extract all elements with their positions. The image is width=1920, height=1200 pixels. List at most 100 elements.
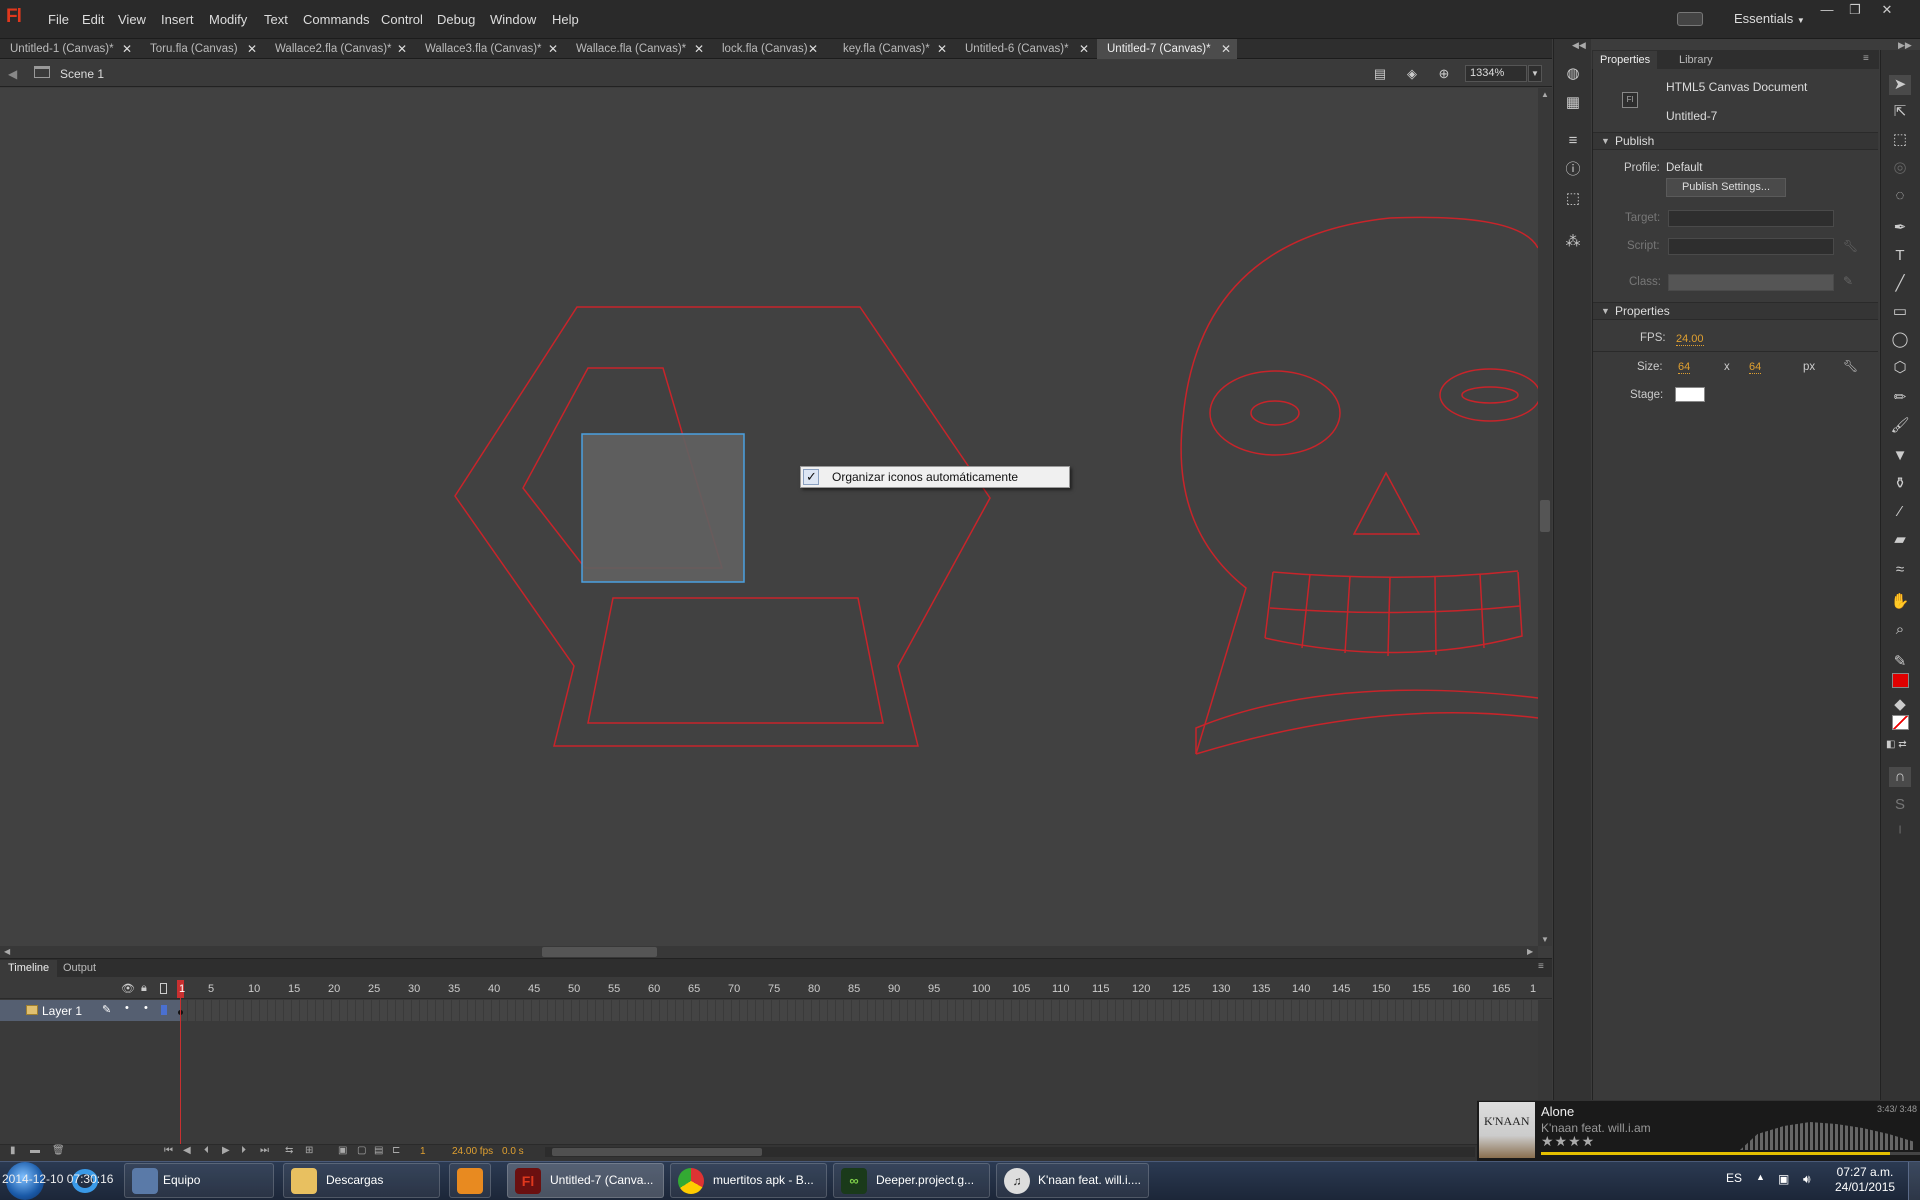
close-icon[interactable]: ✕ <box>397 39 407 59</box>
close-icon[interactable]: ✕ <box>122 39 132 59</box>
smooth-icon[interactable]: S <box>1889 795 1911 815</box>
menu-modify[interactable]: Modify <box>209 12 247 27</box>
auto-arrange-icons-menu-item[interactable]: Organizar iconos automáticamente <box>832 470 1018 484</box>
zoom-input[interactable]: 1334% <box>1465 65 1527 82</box>
scroll-right-icon[interactable]: ▶ <box>1527 947 1533 956</box>
close-icon[interactable]: ✕ <box>694 39 704 59</box>
menu-view[interactable]: View <box>118 12 146 27</box>
menu-debug[interactable]: Debug <box>437 12 475 27</box>
width-value[interactable]: 64 <box>1678 361 1691 374</box>
outline-icon[interactable] <box>160 983 167 994</box>
text-tool-icon[interactable]: T <box>1889 246 1911 266</box>
layer-name[interactable]: Layer 1 <box>42 1004 82 1018</box>
motion-editor-icon[interactable]: ◍ <box>1562 64 1584 84</box>
workspace-switcher[interactable]: Essentials ▼ <box>1734 11 1805 26</box>
menu-edit[interactable]: Edit <box>82 12 104 27</box>
onion-outline-icon[interactable]: ▢ <box>357 1145 366 1156</box>
polystar-tool-icon[interactable]: ⬡ <box>1889 358 1911 378</box>
tab-properties[interactable]: Properties <box>1593 51 1658 69</box>
brush-tool-icon[interactable]: 🖌︎ <box>1889 416 1911 436</box>
fps-readout[interactable]: 24.00 fps <box>452 1146 493 1157</box>
close-icon[interactable]: ✕ <box>548 39 558 59</box>
tab-library[interactable]: Library <box>1672 51 1720 69</box>
modify-markers-icon[interactable]: ⊏ <box>392 1145 400 1156</box>
visibility-dot-icon[interactable]: • <box>125 1002 129 1014</box>
volume-icon[interactable]: 🔊︎ <box>1803 1172 1811 1187</box>
lock-icon[interactable]: 🔒︎ <box>141 982 147 995</box>
free-transform-tool-icon[interactable]: ⬚ <box>1889 130 1911 150</box>
components-icon[interactable]: ⁂ <box>1562 232 1584 252</box>
center-stage-icon[interactable]: ⊕ <box>1436 66 1452 81</box>
close-icon[interactable]: ✕ <box>247 39 257 59</box>
straighten-icon[interactable]: ˡ <box>1889 823 1911 843</box>
menu-help[interactable]: Help <box>552 12 579 27</box>
horizontal-scroll-thumb[interactable] <box>542 947 657 957</box>
menu-insert[interactable]: Insert <box>161 12 194 27</box>
rating-stars[interactable]: ★★★★ <box>1541 1133 1595 1150</box>
panel-menu-icon[interactable]: ≡ <box>1863 53 1869 64</box>
scroll-down-icon[interactable]: ▼ <box>1541 935 1549 944</box>
doc-tab[interactable]: Wallace3.fla (Canvas)* ✕ <box>415 39 564 59</box>
new-layer-icon[interactable]: ▮ <box>10 1145 16 1156</box>
doc-tab[interactable]: Wallace2.fla (Canvas)* ✕ <box>265 39 413 59</box>
tray-expand-icon[interactable]: ▲ <box>1756 1172 1765 1182</box>
3d-rotation-tool-icon[interactable]: ◎ <box>1889 158 1911 178</box>
close-icon[interactable]: ✕ <box>1079 39 1089 59</box>
chevron-down-icon[interactable]: ▼ <box>1528 65 1542 82</box>
layer-frames[interactable] <box>180 1000 1538 1021</box>
loop-icon[interactable]: ⇆ <box>285 1145 293 1156</box>
toolbox-collapse-icon[interactable]: ▶▶ <box>1898 40 1912 51</box>
scene-label[interactable]: Scene 1 <box>60 67 104 81</box>
wrench-icon[interactable]: 🔧︎ <box>1843 359 1858 373</box>
publish-settings-button[interactable]: Publish Settings... <box>1666 178 1786 197</box>
align-icon[interactable]: ≡ <box>1562 131 1584 151</box>
last-frame-icon[interactable]: ⏭ <box>260 1145 269 1156</box>
scroll-up-icon[interactable]: ▲ <box>1541 90 1549 99</box>
ink-bottle-icon[interactable]: ⚱ <box>1889 474 1911 494</box>
info-icon[interactable]: ⓘ <box>1562 160 1584 180</box>
zoom-tool-icon[interactable]: ⌕ <box>1889 620 1911 640</box>
timeline-scroll-thumb[interactable] <box>552 1148 762 1156</box>
play-icon[interactable]: ▶ <box>222 1145 230 1156</box>
doc-tab[interactable]: Toru.fla (Canvas) ✕ <box>140 39 263 59</box>
lock-dot-icon[interactable]: • <box>144 1002 148 1014</box>
edit-scene-icon[interactable]: ▤ <box>1372 66 1388 81</box>
transform-icon[interactable]: ⬚ <box>1562 189 1584 209</box>
doc-tab-active[interactable]: Untitled-7 (Canvas)* ✕ <box>1097 39 1237 59</box>
back-arrow-icon[interactable]: ◀ <box>8 67 17 81</box>
rectangle-tool-icon[interactable]: ▭ <box>1889 302 1911 322</box>
stage-canvas[interactable] <box>0 88 1538 946</box>
doc-tab[interactable]: Untitled-1 (Canvas)* ✕ <box>0 39 138 59</box>
network-icon[interactable]: ▣ <box>1778 1172 1789 1186</box>
tab-output[interactable]: Output <box>55 960 104 977</box>
selection-tool-icon[interactable]: ➤ <box>1889 75 1911 95</box>
tab-timeline[interactable]: Timeline <box>0 960 58 977</box>
line-tool-icon[interactable]: ╱ <box>1889 274 1911 294</box>
elapsed-time[interactable]: 0.0 s <box>502 1146 524 1157</box>
edit-multiple-icon[interactable]: ▤ <box>374 1145 383 1156</box>
delete-layer-icon[interactable]: 🗑︎ <box>52 1145 65 1156</box>
sync-settings-icon[interactable] <box>1677 12 1703 26</box>
publish-section-header[interactable]: ▼ Publish <box>1593 132 1878 150</box>
height-value[interactable]: 64 <box>1749 361 1762 374</box>
snap-to-objects-icon[interactable]: ∩ <box>1889 767 1911 787</box>
eye-icon[interactable]: 👁︎ <box>121 982 135 995</box>
fill-color-icon[interactable]: ◆ <box>1889 695 1911 715</box>
language-indicator[interactable]: ES <box>1726 1171 1742 1185</box>
pen-tool-icon[interactable]: ✒ <box>1889 218 1911 238</box>
stage-color-swatch[interactable] <box>1675 387 1705 402</box>
close-icon[interactable]: ✕ <box>808 39 818 59</box>
eraser-tool-icon[interactable]: ▰ <box>1889 530 1911 550</box>
eyedropper-tool-icon[interactable]: ⁄ <box>1889 502 1911 522</box>
onion-skin-icon[interactable]: ▣ <box>338 1145 347 1156</box>
collapse-icon[interactable]: ◀◀ <box>1572 40 1586 51</box>
subselection-tool-icon[interactable]: ⇱ <box>1889 102 1911 122</box>
close-window-button[interactable]: ✕ <box>1875 2 1899 20</box>
system-clock[interactable]: 07:27 a.m. 24/01/2015 <box>1835 1165 1895 1195</box>
current-frame[interactable]: 1 <box>420 1146 426 1157</box>
menu-text[interactable]: Text <box>264 12 288 27</box>
center-frame-icon[interactable]: ⊞ <box>305 1145 313 1156</box>
fill-color-swatch[interactable] <box>1892 715 1909 730</box>
menu-window[interactable]: Window <box>490 12 536 27</box>
first-frame-icon[interactable]: ⏮ <box>164 1145 173 1156</box>
